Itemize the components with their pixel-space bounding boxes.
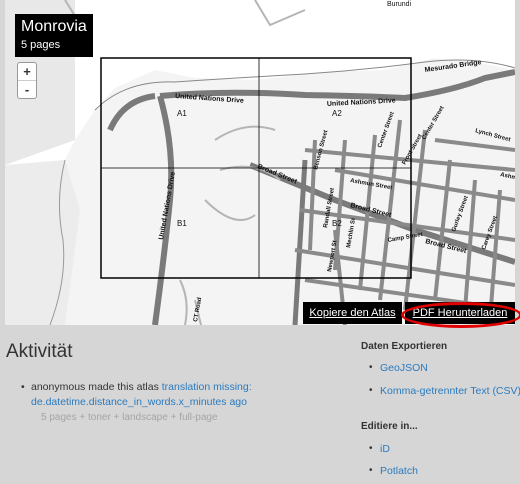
street-label: Center Street [422, 105, 446, 141]
edit-heading: Editiere in... [361, 421, 418, 432]
list-item: • Komma-getrennter Text (CSV) [369, 385, 520, 397]
id-editor-link[interactable]: iD [380, 443, 390, 455]
bullet-icon: • [369, 465, 373, 476]
street-label: Broad Street [256, 163, 298, 185]
street-label: Camp Street [387, 232, 423, 244]
zoom-out-button[interactable]: - [18, 80, 36, 98]
street-label: Mechlin St [346, 218, 357, 249]
csv-link[interactable]: Komma-getrennter Text (CSV) [380, 385, 520, 397]
atlas-page-count: 5 pages [21, 39, 61, 51]
bullet-icon: • [369, 362, 373, 373]
activity-list-item: • anonymous made this atlas translation … [21, 380, 256, 410]
export-heading: Daten Exportieren [361, 341, 448, 352]
street-label: United Nations Drive [327, 97, 396, 108]
list-item: • Potlatch [369, 465, 418, 477]
street-label: Ashmun St [500, 172, 515, 184]
activity-heading: Aktivität [6, 341, 73, 362]
zoom-in-button[interactable]: + [18, 63, 36, 80]
street-label: Center Street [377, 111, 396, 148]
atlas-title: Monrovia [21, 18, 87, 35]
street-label: Gurley Street [451, 195, 470, 232]
potlatch-editor-link[interactable]: Potlatch [380, 465, 418, 477]
list-item: • GeoJSON [369, 362, 428, 374]
bullet-icon: • [369, 443, 373, 454]
page-label-a2: A2 [332, 109, 342, 118]
street-label: Burundi [387, 1, 412, 8]
page-label-b2: B2 [332, 219, 342, 228]
download-pdf-button[interactable]: PDF Herunterladen [405, 302, 515, 324]
geojson-link[interactable]: GeoJSON [380, 362, 428, 374]
copy-atlas-button[interactable]: Kopiere den Atlas [303, 302, 402, 324]
bullet-icon: • [369, 385, 373, 396]
page-label-a1: A1 [177, 109, 187, 118]
street-label: Lynch Street [474, 128, 510, 143]
export-section: Daten Exportieren [361, 341, 447, 352]
activity-text: anonymous made this atlas [31, 381, 159, 393]
atlas-title-box: Monrovia 5 pages [15, 14, 93, 57]
atlas-map[interactable]: A1 A2 B1 B2 Burundi Mesurado Bridge Unit… [5, 0, 515, 325]
zoom-control: + - [17, 62, 37, 99]
bullet-icon: • [21, 381, 25, 393]
list-item: • iD [369, 443, 390, 455]
page-label-b1: B1 [177, 219, 187, 228]
edit-section: Editiere in... [361, 421, 418, 432]
activity-meta: 5 pages + toner + landscape + full-page [41, 412, 218, 423]
